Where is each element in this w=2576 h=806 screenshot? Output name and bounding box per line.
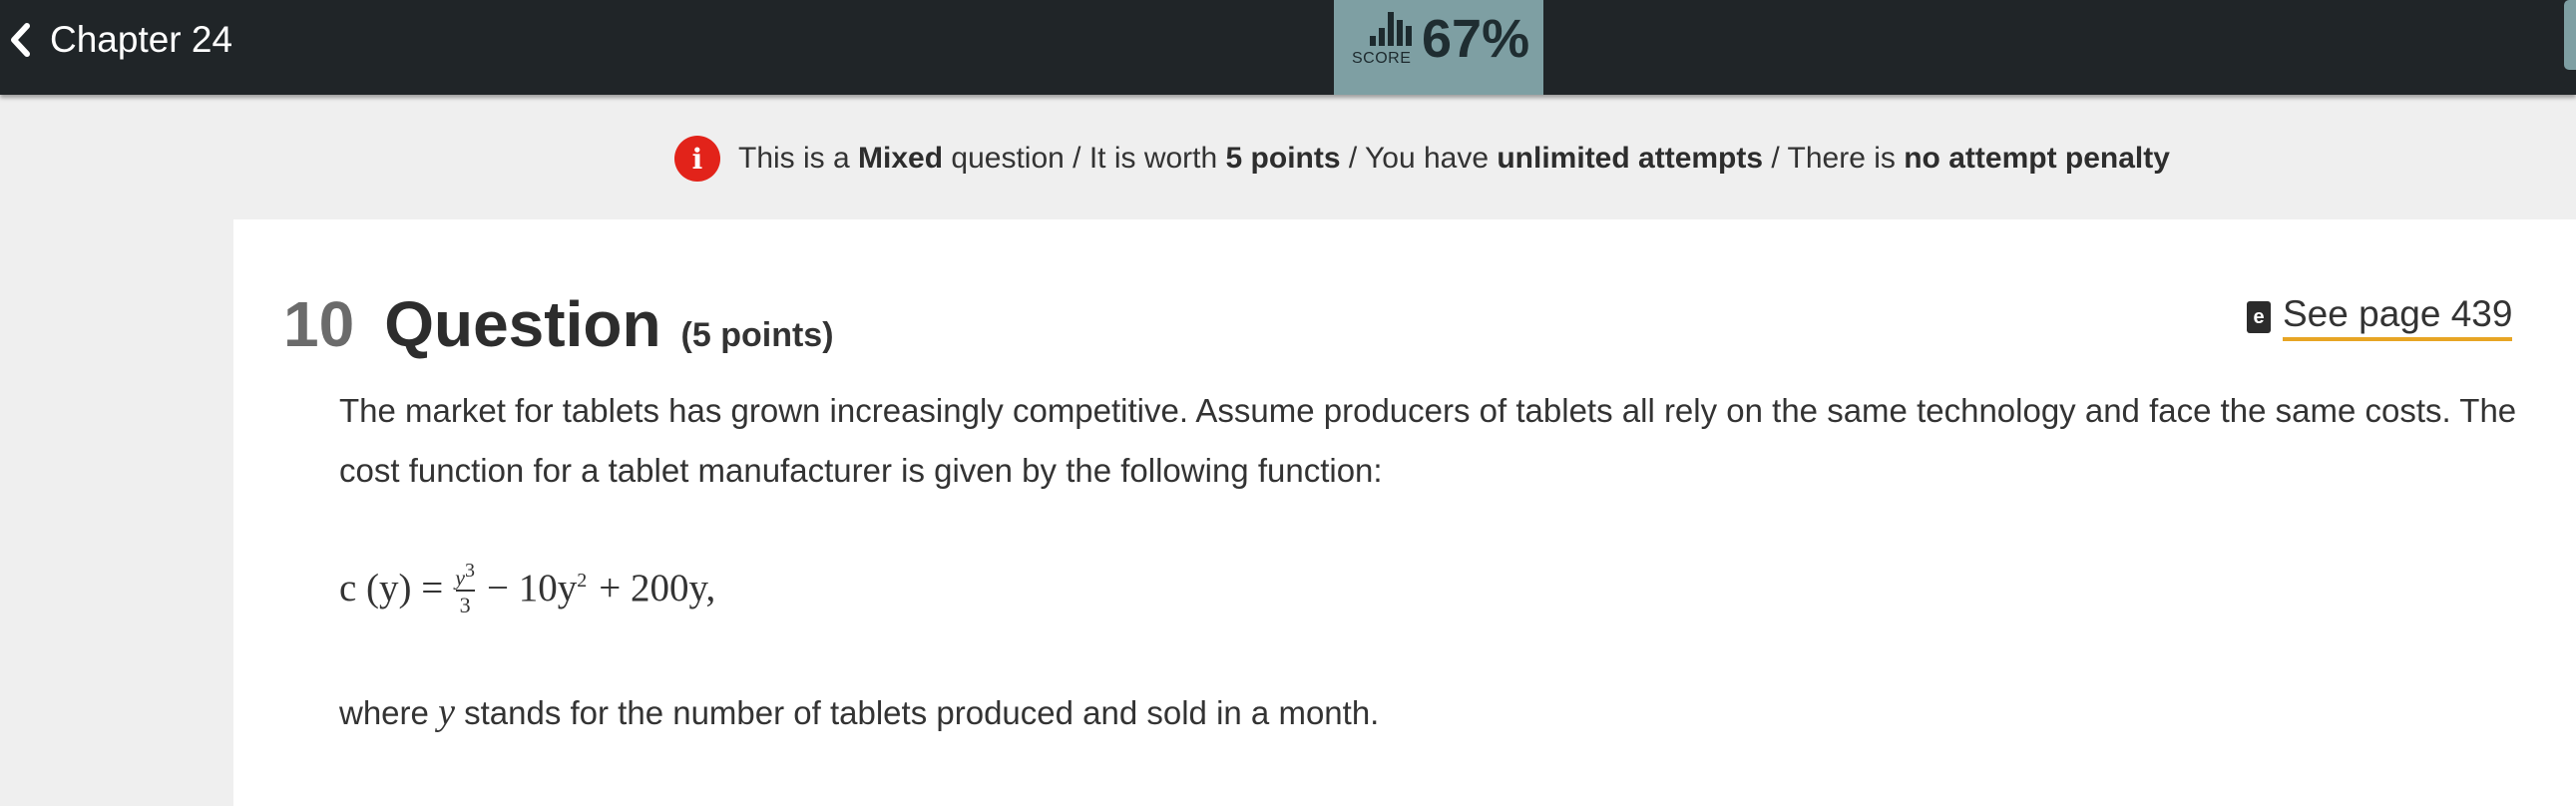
- see-page-link[interactable]: e See page 439: [2247, 293, 2513, 341]
- chapter-title: Chapter 24: [50, 19, 233, 60]
- variable-definition: where y stands for the number of tablets…: [339, 691, 1380, 733]
- score-value: 67%: [1422, 9, 1530, 69]
- formula-lhs: c (y) =: [339, 567, 444, 610]
- question-type: Mixed: [858, 142, 944, 175]
- see-page-label[interactable]: See page 439: [2283, 293, 2513, 341]
- info-icon: i: [674, 136, 720, 182]
- attempts-info: unlimited attempts: [1497, 142, 1764, 175]
- question-card: 10 Question (5 points) e See page 439 Th…: [233, 219, 2576, 806]
- question-info-banner: i This is a Mixed question / It is worth…: [674, 136, 2170, 182]
- question-title: Question: [384, 288, 661, 360]
- side-panel-tab[interactable]: [2564, 0, 2576, 70]
- formula-term3: + 200y,: [599, 567, 716, 610]
- question-header: 10 Question (5 points): [283, 287, 834, 361]
- chevron-left-icon: [8, 22, 32, 58]
- formula-term2: − 10y2: [487, 567, 588, 610]
- formula-fraction: y3 3: [455, 560, 476, 618]
- info-text: This is a Mixed question / It is worth 5…: [738, 142, 2170, 175]
- ebook-icon: e: [2247, 301, 2271, 333]
- question-worth: 5 points: [1225, 142, 1341, 175]
- cost-function-formula: c (y) = y3 3 − 10y2 + 200y,: [339, 559, 715, 617]
- question-points: (5 points): [680, 316, 834, 354]
- back-button[interactable]: Chapter 24: [0, 0, 232, 80]
- score-panel[interactable]: SCORE 67%: [1334, 0, 1543, 95]
- question-text: The market for tablets has grown increas…: [339, 392, 2517, 489]
- score-label: SCORE: [1352, 50, 1412, 67]
- bar-chart-icon: [1368, 8, 1414, 53]
- question-number: 10: [283, 288, 355, 360]
- penalty-info: no attempt penalty: [1904, 142, 2170, 175]
- top-bar: Chapter 24 SCORE 67%: [0, 0, 2576, 95]
